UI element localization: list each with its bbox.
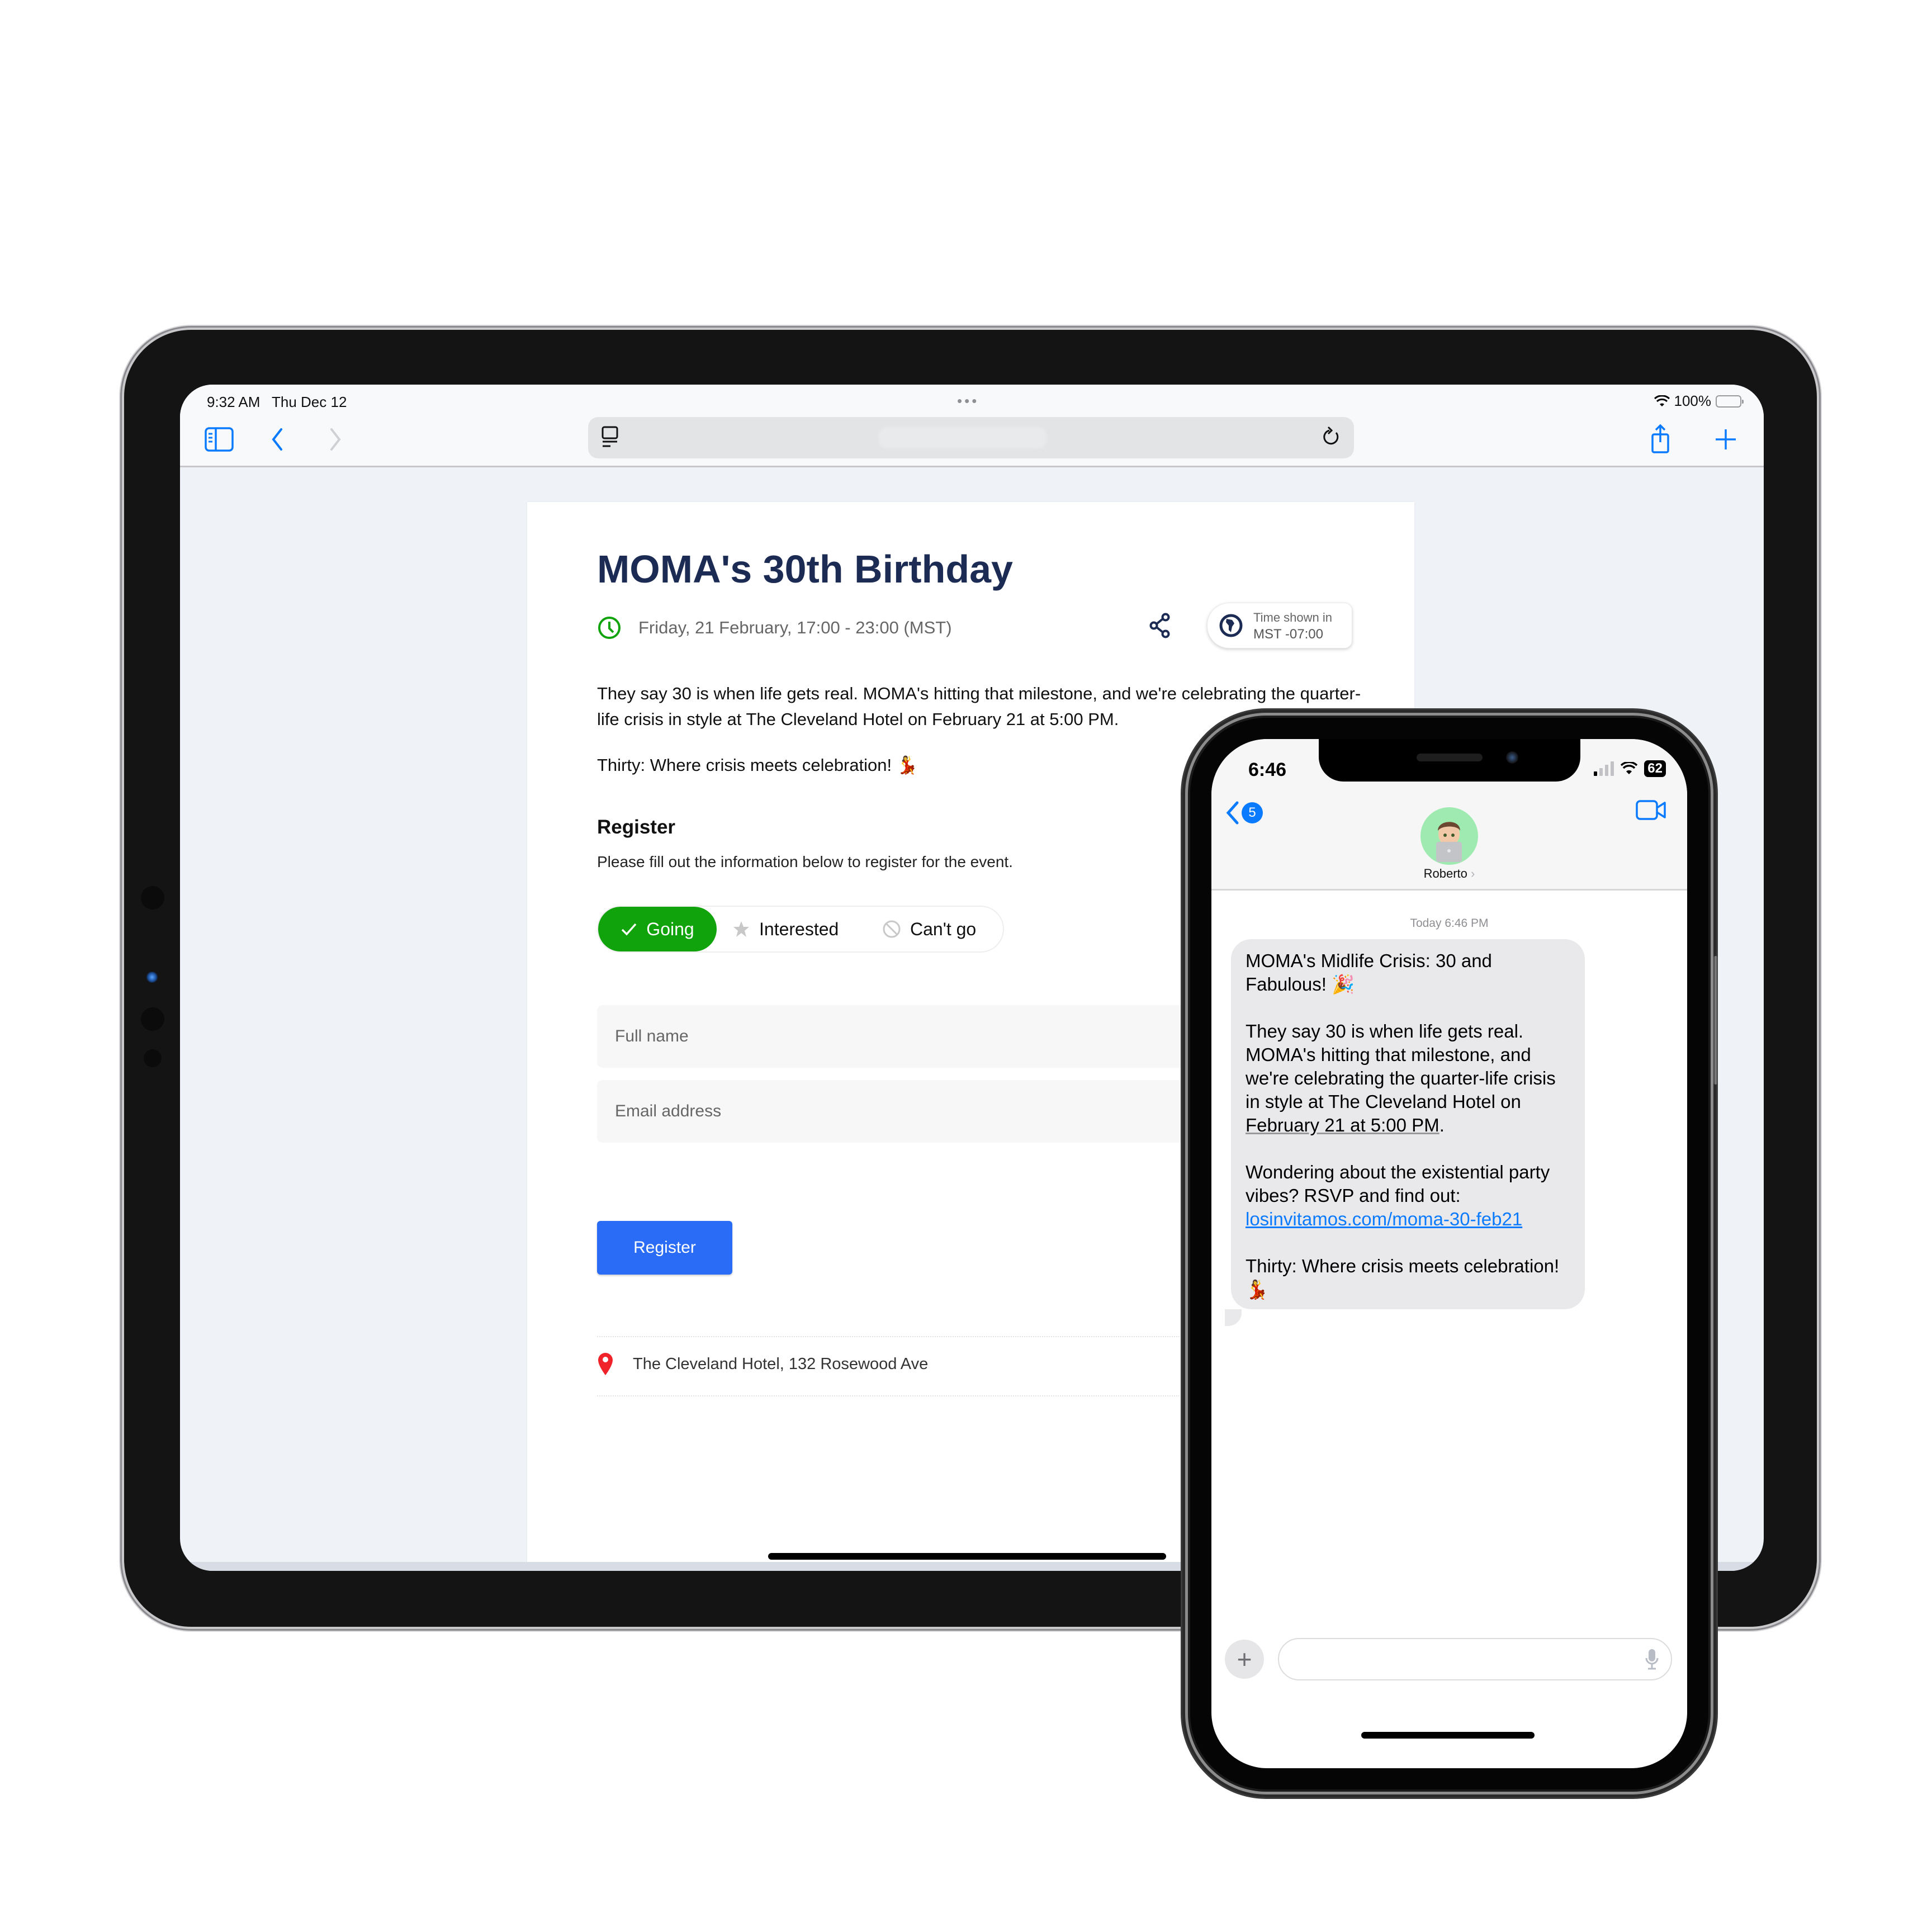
message-body-end: . <box>1439 1115 1445 1135</box>
phone-battery-icon: 62 <box>1644 760 1666 777</box>
message-input[interactable] <box>1278 1638 1672 1680</box>
star-icon <box>733 921 749 937</box>
contact-name-row[interactable]: Roberto › <box>1211 866 1687 881</box>
apps-plus-button[interactable]: + <box>1225 1640 1264 1679</box>
share-event-icon[interactable] <box>1149 613 1171 641</box>
prohibited-icon <box>883 920 901 938</box>
sidebar-icon[interactable] <box>203 424 235 455</box>
share-icon[interactable] <box>1645 424 1676 455</box>
rsvp-cant-go-button[interactable]: Can't go <box>882 907 976 951</box>
register-heading: Register <box>597 816 676 838</box>
event-location: The Cleveland Hotel, 132 Rosewood Ave <box>633 1355 929 1373</box>
phone-status-icons: 62 <box>1594 760 1666 777</box>
message-tagline: Thirty: Where crisis meets celebration! … <box>1246 1256 1565 1300</box>
contact-name: Roberto <box>1423 866 1467 880</box>
wifi-icon <box>1654 395 1670 406</box>
rsvp-segmented-control: Going Interested Can't go <box>597 906 1004 953</box>
compose-bar: + <box>1225 1638 1672 1680</box>
rsvp-cant-go-label: Can't go <box>910 918 977 939</box>
unread-count-badge: 5 <box>1242 802 1263 823</box>
back-chevron-icon[interactable] <box>262 424 293 455</box>
message-link[interactable]: losinvitamos.com/moma-30-feb21 <box>1246 1209 1522 1229</box>
rsvp-going-button[interactable]: Going <box>598 907 717 951</box>
clock-icon <box>598 617 621 639</box>
status-right: 100% <box>1654 392 1744 410</box>
iphone-device: 6:46 62 5 Roberto › Today 6:46 PM MOMA's… <box>1182 710 1718 1797</box>
url-text-redacted <box>879 427 1046 448</box>
ipad-home-indicator[interactable] <box>768 1553 1166 1560</box>
event-location-row[interactable]: The Cleveland Hotel, 132 Rosewood Ave <box>597 1352 928 1376</box>
event-title: MOMA's 30th Birthday <box>597 547 1013 591</box>
message-rsvp-text: Wondering about the existential party vi… <box>1246 1162 1555 1206</box>
status-time: 9:32 AM <box>207 394 261 410</box>
new-tab-plus-icon[interactable] <box>1710 424 1741 455</box>
message-timestamp: Today 6:46 PM <box>1410 917 1489 930</box>
status-date: Thu Dec 12 <box>272 394 347 410</box>
ipad-sensor <box>141 1007 164 1031</box>
multitasking-dots-icon[interactable]: ••• <box>957 392 979 410</box>
chevron-left-icon <box>1226 801 1239 825</box>
memoji-avatar-icon <box>1436 822 1462 862</box>
register-button[interactable]: Register <box>597 1221 732 1275</box>
microphone-icon[interactable] <box>1645 1648 1659 1673</box>
ipad-status-bar: 9:32 AM Thu Dec 12 ••• 100% <box>180 385 1764 413</box>
iphone-home-indicator[interactable] <box>1361 1732 1535 1739</box>
rsvp-going-label: Going <box>646 918 694 939</box>
timezone-value: MST -07:00 <box>1253 627 1323 642</box>
message-body-text: They say 30 is when life gets real. MOMA… <box>1246 1021 1561 1112</box>
rsvp-interested-label: Interested <box>759 918 839 939</box>
event-tagline: Thirty: Where crisis meets celebration! … <box>597 755 918 775</box>
ipad-camera-icon <box>146 972 158 983</box>
safari-toolbar <box>180 413 1764 467</box>
contact-avatar[interactable] <box>1420 807 1478 865</box>
event-datetime-row: Friday, 21 February, 17:00 - 23:00 (MST) <box>597 615 952 640</box>
phone-status-time: 6:46 <box>1248 759 1287 780</box>
contact-chevron-icon: › <box>1471 866 1475 880</box>
wifi-icon <box>1621 762 1638 774</box>
timezone-label: Time shown in <box>1253 610 1333 624</box>
ipad-sensor <box>141 886 164 910</box>
battery-icon <box>1716 395 1744 408</box>
message-title: MOMA's Midlife Crisis: 30 and Fabulous! … <box>1246 950 1498 995</box>
facetime-video-icon[interactable] <box>1636 799 1667 823</box>
globe-americas-icon <box>1219 614 1243 637</box>
reader-mode-icon[interactable] <box>600 426 621 451</box>
reload-icon[interactable] <box>1322 425 1342 452</box>
front-camera-icon <box>1506 751 1518 764</box>
iphone-side-button <box>1713 956 1718 1085</box>
message-date-detector[interactable]: February 21 at 5:00 PM <box>1246 1115 1439 1135</box>
ipad-sensor <box>144 1049 162 1067</box>
map-pin-icon <box>598 1353 613 1375</box>
rsvp-interested-button[interactable]: Interested <box>732 907 839 951</box>
earpiece-speaker <box>1417 754 1483 761</box>
register-subtitle: Please fill out the information below to… <box>597 853 1013 870</box>
message-bubble[interactable]: MOMA's Midlife Crisis: 30 and Fabulous! … <box>1231 939 1585 1309</box>
forward-chevron-icon[interactable] <box>320 424 351 455</box>
iphone-notch <box>1319 739 1580 782</box>
check-icon <box>622 923 637 936</box>
timezone-badge[interactable]: Time shown in MST -07:00 <box>1207 603 1352 648</box>
iphone-screen: 6:46 62 5 Roberto › Today 6:46 PM MOMA's… <box>1211 739 1687 1768</box>
back-button[interactable]: 5 <box>1226 801 1263 825</box>
event-datetime: Friday, 21 February, 17:00 - 23:00 (MST) <box>638 618 952 637</box>
address-bar[interactable] <box>588 417 1354 458</box>
battery-percent: 100% <box>1674 392 1712 409</box>
message-bubble-tail <box>1225 1309 1242 1326</box>
cellular-signal-icon <box>1594 761 1614 776</box>
